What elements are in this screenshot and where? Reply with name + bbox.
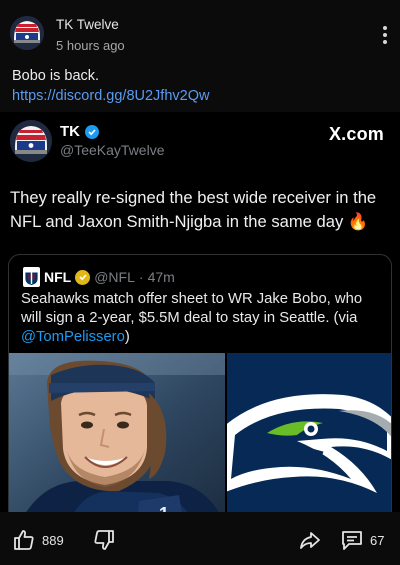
embed-author-name: TK	[60, 123, 99, 140]
quote-separator: ·	[138, 269, 144, 285]
tweet-text: They really re-signed the best wide rece…	[10, 186, 392, 234]
player-photo: 1	[9, 353, 225, 512]
downvote-icon[interactable]	[92, 528, 116, 552]
post-body: Bobo is back. https://discord.gg/8U2Jfhv…	[12, 66, 392, 106]
verified-badge-icon	[85, 124, 99, 139]
nfl-logo-icon	[23, 267, 40, 287]
upvote-count: 889	[42, 533, 64, 548]
quote-handle: @NFL	[94, 269, 135, 285]
quote-author-name: NFL	[44, 269, 72, 285]
embedded-tweet[interactable]: TK @TeeKayTwelve X.com They really re-si…	[0, 112, 400, 512]
post-timestamp: 5 hours ago	[56, 38, 125, 53]
comment-count: 67	[370, 533, 385, 548]
embed-author-label: TK	[60, 123, 80, 140]
quote-text-close: )	[124, 329, 130, 345]
comment-icon[interactable]	[340, 528, 364, 552]
share-icon[interactable]	[298, 528, 322, 552]
x-source-logo: X.com	[328, 124, 384, 144]
seahawks-logo-image	[227, 353, 391, 512]
quote-text-body: Seahawks match offer sheet to WR Jake Bo…	[21, 291, 363, 326]
gold-verified-badge-icon	[75, 269, 91, 285]
quote-mention-link[interactable]: @TomPelissero	[21, 329, 125, 345]
embed-avatar	[10, 120, 52, 162]
author-avatar[interactable]	[10, 16, 44, 50]
post-text: Bobo is back.	[12, 68, 100, 84]
quote-header: NFL @NFL · 47m	[23, 267, 175, 287]
jersey-number: 1	[159, 504, 169, 512]
tweet-text-body: They really re-signed the best wide rece…	[10, 188, 377, 231]
quote-text: Seahawks match offer sheet to WR Jake Bo…	[21, 290, 385, 347]
more-options-icon[interactable]	[382, 26, 388, 46]
post-header: TK Twelve 5 hours ago	[0, 0, 400, 58]
embed-author-handle: @TeeKayTwelve	[60, 142, 165, 158]
quoted-tweet[interactable]: NFL @NFL · 47m Seahawks match offer shee…	[8, 254, 392, 512]
author-name[interactable]: TK Twelve	[56, 17, 119, 32]
upvote-icon[interactable]	[12, 528, 36, 552]
quote-age: 47m	[147, 269, 175, 285]
discord-link[interactable]: https://discord.gg/8U2Jfhv2Qw	[12, 86, 392, 106]
quote-media[interactable]: 1	[9, 353, 391, 512]
post-action-bar: 889 67	[0, 514, 400, 565]
